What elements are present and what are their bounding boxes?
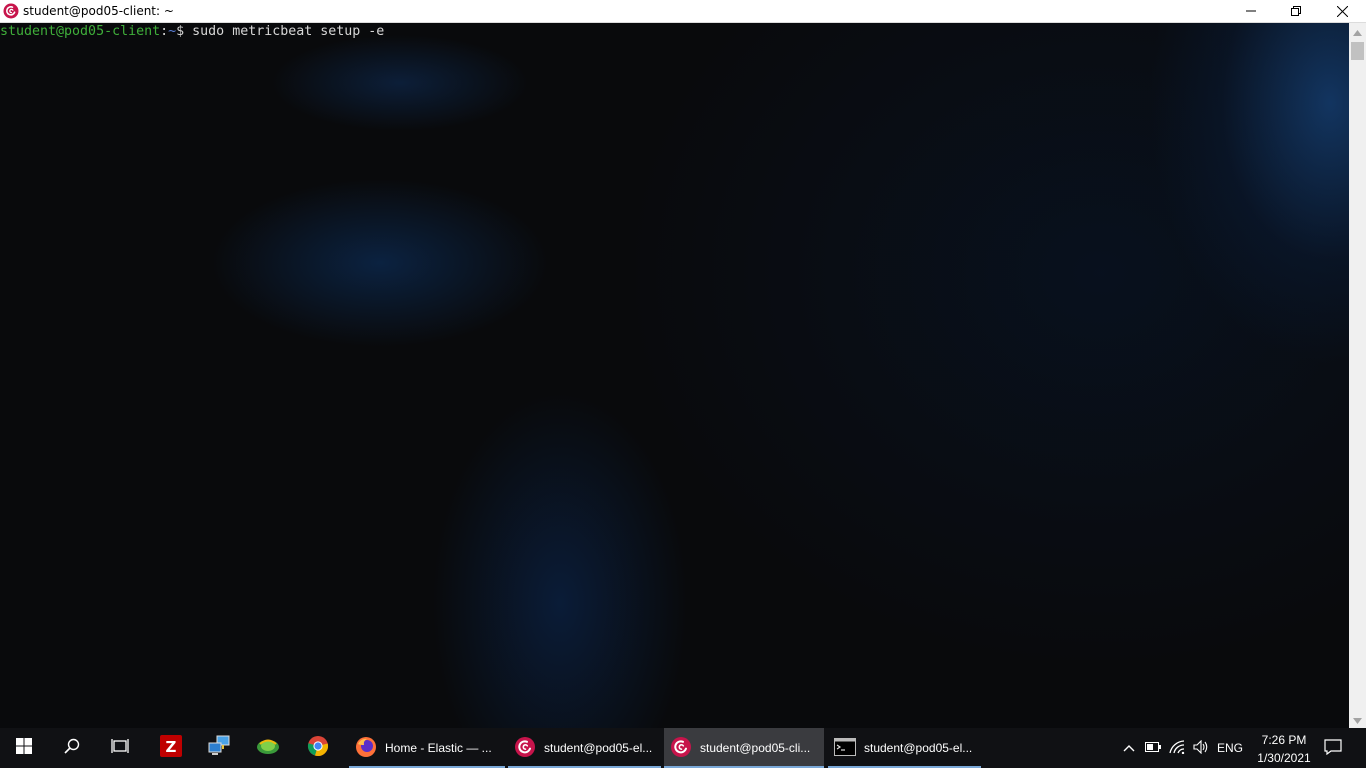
prompt-user-host: student@pod05-client	[0, 24, 161, 39]
clock-time: 7:26 PM	[1261, 733, 1307, 747]
debian-swirl-icon	[514, 736, 536, 761]
terminal-line: student@pod05-client:~$ sudo metricbeat …	[0, 24, 384, 40]
windows-logo-icon	[16, 737, 32, 759]
globe-app-button[interactable]	[244, 728, 292, 768]
action-center-button[interactable]	[1320, 728, 1346, 768]
prompt-dollar: $	[176, 24, 185, 39]
taskbar-app-firefox[interactable]: Home - Elastic — ...	[349, 728, 505, 768]
chrome-icon	[307, 735, 329, 762]
battery-icon	[1145, 741, 1161, 755]
taskbar-app-terminal-el[interactable]: student@pod05-el...	[508, 728, 661, 768]
clock-date: 1/30/2021	[1257, 751, 1311, 765]
firefox-icon	[355, 736, 377, 761]
debian-swirl-icon	[670, 736, 692, 761]
network-computer-icon	[207, 735, 231, 762]
clock[interactable]: 7:26 PM 1/30/2021	[1246, 728, 1322, 768]
debian-swirl-icon	[3, 3, 19, 19]
notification-icon	[1324, 738, 1342, 758]
restore-button[interactable]	[1273, 0, 1319, 22]
command-text: sudo metricbeat setup -e	[184, 24, 385, 39]
taskbar-app-label: student@pod05-cli...	[700, 741, 811, 755]
scroll-down-arrow-icon	[1353, 711, 1362, 729]
svg-text:Z: Z	[166, 738, 177, 756]
taskbar-app-console[interactable]: student@pod05-el...	[828, 728, 981, 768]
taskbar-app-label: Home - Elastic — ...	[385, 741, 492, 755]
search-icon	[64, 738, 80, 759]
minimize-button[interactable]	[1228, 0, 1274, 22]
search-button[interactable]	[48, 728, 96, 768]
battery-button[interactable]	[1141, 728, 1165, 768]
chrome-button[interactable]	[294, 728, 342, 768]
minimize-icon	[1246, 6, 1256, 16]
taskbar: Z Home - Elastic — ... student@pod05-el.…	[0, 728, 1366, 768]
speaker-icon	[1193, 739, 1209, 757]
terminal-window: student@pod05-client: ~ student@pod05-cl…	[0, 0, 1366, 728]
scroll-thumb[interactable]	[1351, 42, 1364, 60]
wifi-icon	[1169, 739, 1185, 757]
filezilla-button[interactable]: Z	[147, 728, 195, 768]
filezilla-icon: Z	[160, 734, 182, 762]
language-label: ENG	[1216, 741, 1243, 755]
volume-button[interactable]	[1189, 728, 1213, 768]
taskbar-app-terminal-client[interactable]: student@pod05-cli...	[664, 728, 824, 768]
vertical-scrollbar[interactable]	[1349, 23, 1366, 728]
console-icon	[834, 737, 856, 759]
task-view-button[interactable]	[96, 728, 144, 768]
network-app-button[interactable]	[195, 728, 243, 768]
network-status-button[interactable]	[1165, 728, 1189, 768]
window-title: student@pod05-client: ~	[23, 4, 174, 18]
scroll-down-button[interactable]	[1349, 711, 1366, 728]
task-view-icon	[111, 738, 129, 759]
close-button[interactable]	[1319, 0, 1365, 22]
start-button[interactable]	[0, 728, 48, 768]
prompt-path: ~	[168, 24, 177, 39]
taskbar-app-label: student@pod05-el...	[864, 741, 973, 755]
globe-icon	[256, 735, 280, 762]
restore-icon	[1291, 6, 1301, 16]
show-hidden-icons-button[interactable]	[1117, 728, 1141, 768]
title-bar[interactable]: student@pod05-client: ~	[0, 0, 1366, 23]
taskbar-app-label: student@pod05-el...	[544, 741, 653, 755]
scroll-up-arrow-icon	[1353, 23, 1362, 41]
scroll-up-button[interactable]	[1349, 23, 1366, 40]
close-icon	[1336, 5, 1348, 17]
terminal-area[interactable]: student@pod05-client:~$ sudo metricbeat …	[0, 23, 1349, 728]
language-indicator[interactable]: ENG	[1213, 728, 1247, 768]
chevron-up-icon	[1123, 741, 1135, 755]
prompt-colon: :	[160, 24, 169, 39]
